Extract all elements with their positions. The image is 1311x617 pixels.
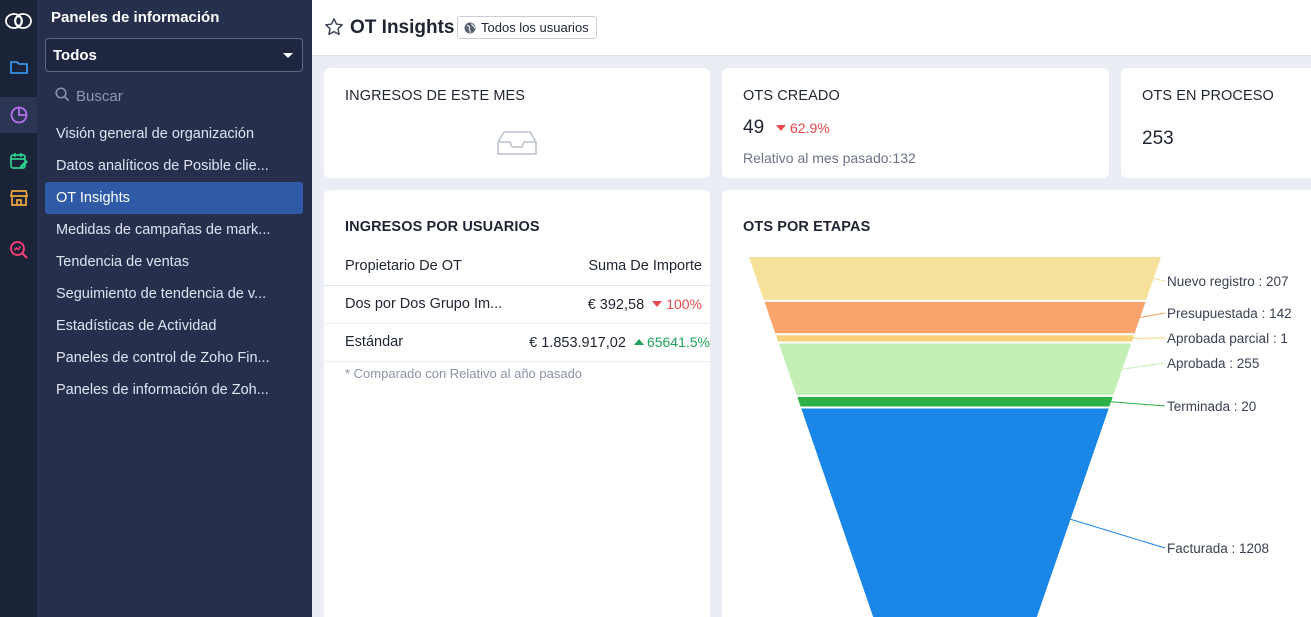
dashboard-list: Visión general de organización Datos ana… bbox=[45, 118, 303, 406]
dashboard-item-zoho-info[interactable]: Paneles de información de Zoh... bbox=[45, 374, 303, 406]
down-arrow-icon bbox=[652, 300, 663, 307]
empty-inbox-icon bbox=[496, 130, 538, 161]
funnel-segment-4[interactable] bbox=[797, 396, 1113, 407]
dashboard-item-medidas-campanas[interactable]: Medidas de campañas de mark... bbox=[45, 214, 303, 246]
globe-icon bbox=[464, 20, 476, 37]
dashboard-item-ot-insights[interactable]: OT Insights bbox=[45, 182, 303, 214]
kpi-ots-creado-card[interactable]: OTS CREADO 49 62.9% Relativo al mes pasa… bbox=[722, 68, 1109, 178]
kpi-ots-proceso-value: 253 bbox=[1142, 128, 1174, 149]
kpi-ots-creado-delta: 62.9% bbox=[776, 120, 830, 138]
folder-icon[interactable] bbox=[0, 49, 37, 85]
table-header-row: Propietario De OT Suma De Importe bbox=[324, 247, 710, 286]
kpi-ots-creado-compare: Relativo al mes pasado:132 bbox=[743, 150, 916, 166]
search-placeholder: Buscar bbox=[76, 87, 123, 105]
funnel-label-2: Aprobada parcial : 1 bbox=[1167, 331, 1288, 346]
owner-cell: Estándar bbox=[324, 323, 509, 362]
amount-delta: 100% bbox=[666, 295, 702, 312]
funnel-card: OTS POR ETAPAS Nuevo registro : 207 Presu… bbox=[722, 190, 1311, 617]
funnel-leader-line-4 bbox=[1111, 401, 1166, 407]
chevron-down-icon bbox=[283, 53, 293, 58]
kpi-ingresos-mes-title: INGRESOS DE ESTE MES bbox=[345, 88, 526, 104]
amount-cell: € 392,58 100% bbox=[509, 285, 710, 324]
kpi-ots-creado-value: 49 bbox=[743, 117, 765, 138]
funnel-segment-2[interactable] bbox=[775, 335, 1135, 342]
dashboard-item-tendencia-ventas[interactable]: Tendencia de ventas bbox=[45, 246, 303, 278]
dashboard-filter-value: Todos bbox=[53, 47, 97, 64]
calendar-edit-icon[interactable] bbox=[0, 143, 37, 179]
favorite-star-icon[interactable] bbox=[324, 17, 344, 42]
app-rail bbox=[0, 0, 37, 617]
dashboard-item-zoho-finance[interactable]: Paneles de control de Zoho Fin... bbox=[45, 342, 303, 374]
funnel-leader-line-1 bbox=[1140, 312, 1166, 319]
funnel-chart: Nuevo registro : 207 Presupuestada : 142 A… bbox=[749, 257, 1292, 617]
dashboard-item-estadisticas-actividad[interactable]: Estadísticas de Actividad bbox=[45, 310, 303, 342]
owner-cell: Dos por Dos Grupo Im... bbox=[324, 285, 509, 324]
page-title: OT Insights bbox=[350, 17, 455, 38]
amount-value: € 1.853.917,02 bbox=[529, 334, 626, 351]
amount-value: € 392,58 bbox=[587, 296, 645, 313]
kpi-ingresos-mes-card[interactable]: INGRESOS DE ESTE MES bbox=[324, 68, 710, 178]
dashboard-item-vision-general[interactable]: Visión general de organización bbox=[45, 118, 303, 150]
funnel-segment-1[interactable] bbox=[764, 301, 1146, 334]
column-header-owner[interactable]: Propietario De OT bbox=[324, 247, 509, 286]
funnel-label-1: Presupuestada : 142 bbox=[1167, 306, 1292, 321]
funnel-leader-line-5 bbox=[1070, 518, 1166, 549]
funnel-leader-line-0 bbox=[1153, 277, 1166, 282]
revenue-table: Propietario De OT Suma De Importe Dos po… bbox=[324, 247, 710, 362]
funnel-label-3: Aprobada : 255 bbox=[1167, 356, 1259, 371]
kpi-ots-proceso-title: OTS EN PROCESO bbox=[1142, 88, 1274, 104]
amount-cell: € 1.853.917,02 65641.5% bbox=[509, 323, 710, 362]
store-icon[interactable] bbox=[0, 180, 37, 216]
table-row[interactable]: Dos por Dos Grupo Im... € 392,58 100% bbox=[324, 285, 710, 324]
revenue-by-user-title: INGRESOS POR USUARIOS bbox=[345, 219, 540, 235]
funnel-segment-3[interactable] bbox=[778, 343, 1132, 395]
kpi-ots-creado-title: OTS CREADO bbox=[743, 88, 840, 104]
funnel-label-5: Facturada : 1208 bbox=[1167, 541, 1269, 556]
funnel-label-0: Nuevo registro : 207 bbox=[1167, 274, 1289, 289]
dashboard-pie-icon[interactable] bbox=[0, 97, 37, 133]
funnel-label-4: Terminada : 20 bbox=[1167, 399, 1256, 414]
revenue-by-user-card: INGRESOS POR USUARIOS Propietario De OT … bbox=[324, 190, 710, 617]
funnel-segment-5[interactable] bbox=[801, 408, 1109, 617]
dashboards-panel: Paneles de información Todos Buscar Visi… bbox=[37, 0, 312, 617]
dashboard-item-seguimiento-tendencia[interactable]: Seguimiento de tendencia de v... bbox=[45, 278, 303, 310]
dashboard-item-datos-analiticos[interactable]: Datos analíticos de Posible clie... bbox=[45, 150, 303, 182]
dashboard-filter-select[interactable]: Todos bbox=[45, 38, 303, 72]
funnel-segment-0[interactable] bbox=[749, 257, 1161, 300]
kpi-ots-proceso-card[interactable]: OTS EN PROCESO 253 bbox=[1121, 68, 1311, 178]
analytics-search-icon[interactable] bbox=[0, 232, 37, 268]
dashboard-search[interactable]: Buscar bbox=[55, 86, 123, 106]
up-arrow-icon bbox=[633, 338, 644, 345]
funnel-leader-line-3 bbox=[1122, 362, 1166, 370]
app-logo-icon[interactable] bbox=[0, 3, 37, 39]
down-arrow-icon bbox=[776, 125, 786, 131]
amount-delta: 65641.5% bbox=[646, 333, 710, 350]
visibility-label: Todos los usuarios bbox=[481, 20, 589, 35]
kpi-ots-creado-delta-value: 62.9% bbox=[790, 120, 830, 136]
search-icon bbox=[55, 86, 70, 106]
column-header-amount[interactable]: Suma De Importe bbox=[509, 247, 710, 286]
table-row[interactable]: Estándar € 1.853.917,02 65641.5% bbox=[324, 323, 710, 362]
visibility-badge[interactable]: Todos los usuarios bbox=[457, 16, 597, 39]
dashboard-header: OT Insights Todos los usuarios bbox=[312, 0, 1311, 56]
comparison-note: * Comparado con Relativo al año pasado bbox=[345, 366, 583, 381]
panel-title: Paneles de información bbox=[51, 9, 220, 26]
